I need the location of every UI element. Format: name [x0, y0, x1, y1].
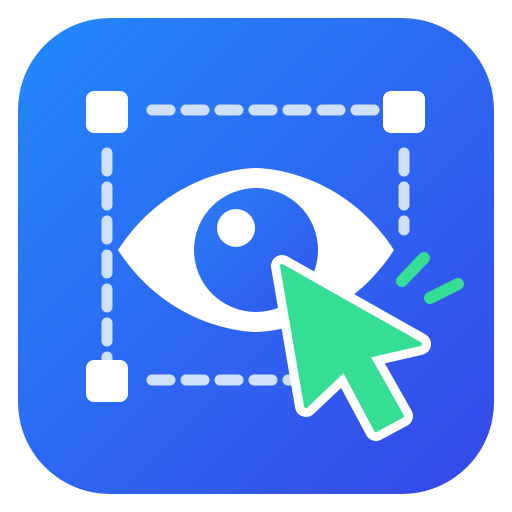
- corner-handle-top-right: [383, 91, 425, 133]
- corner-handle-top-left: [86, 91, 128, 133]
- app-icon-graphic: [18, 18, 494, 494]
- eye-highlight: [217, 209, 255, 247]
- app-icon: [0, 0, 512, 512]
- corner-handle-bottom-left: [86, 360, 128, 402]
